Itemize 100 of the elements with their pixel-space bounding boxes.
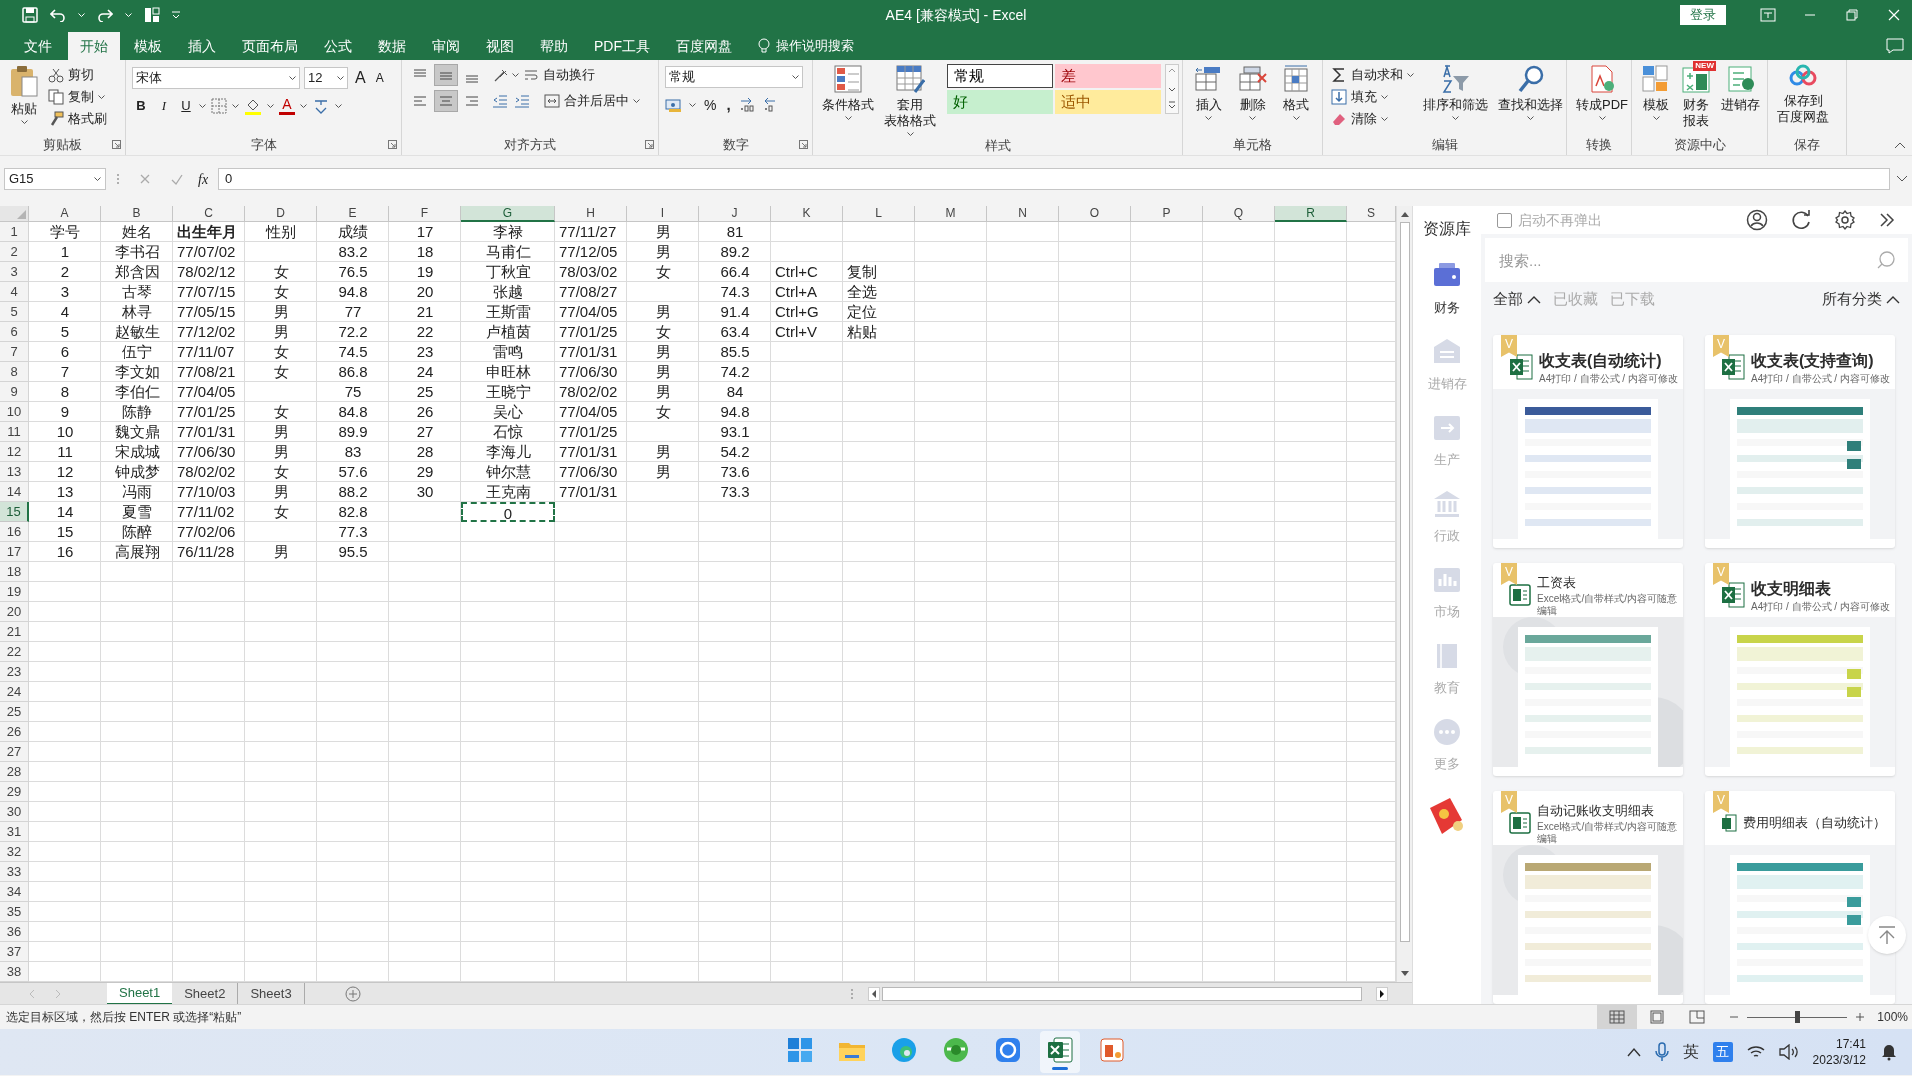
sheet-tab[interactable]: Sheet1 [107,982,173,1005]
template-card[interactable]: V 自动记账收支明细表 Excel格式/自带样式/内容可随意编辑 [1493,791,1683,1004]
filter-tab[interactable]: 全部 [1493,288,1541,311]
table-cell[interactable]: 女 [245,402,317,422]
table-cell[interactable]: 男 [245,322,317,342]
accounting-icon[interactable] [665,97,683,114]
row-header[interactable]: 8 [0,362,29,382]
table-cell[interactable]: 马甫仁 [461,242,555,262]
table-cell[interactable]: 28 [389,442,461,462]
checkbox[interactable] [1497,212,1512,228]
vertical-scroll-thumb[interactable] [1399,222,1410,942]
table-cell[interactable]: 1 [29,242,101,262]
add-sheet-icon[interactable] [344,985,361,1002]
spreadsheet-icon[interactable] [1045,1034,1075,1065]
table-cell[interactable]: 11 [29,442,101,462]
table-cell[interactable]: 9 [29,402,101,422]
cell-style[interactable]: 适中 [1055,90,1161,114]
save-to-cloud-button[interactable]: 保存到 百度网盘 [1774,64,1832,125]
table-cell[interactable]: 男 [627,222,699,242]
dialog-launcher-icon[interactable] [112,140,121,149]
column-header[interactable]: J [699,206,771,222]
column-header[interactable]: P [1131,206,1203,222]
row-header[interactable]: 13 [0,462,29,482]
table-cell[interactable]: 申旺林 [461,362,555,382]
row-header[interactable]: 1 [0,222,29,242]
table-cell[interactable]: 李书召 [101,242,173,262]
table-cell[interactable]: 钟成梦 [101,462,173,482]
table-cell[interactable]: 77/01/25 [173,402,245,422]
column-header[interactable]: E [317,206,389,222]
table-cell[interactable]: 男 [245,422,317,442]
table-cell[interactable]: 57.6 [317,462,389,482]
row-header[interactable]: 33 [0,862,29,882]
table-cell[interactable]: 77/01/31 [555,442,627,462]
number-format-dropdown[interactable]: 常规 [665,66,803,88]
table-cell[interactable]: 男 [627,302,699,322]
table-cell[interactable]: 77/06/30 [555,362,627,382]
row-header[interactable]: 35 [0,902,29,922]
table-cell[interactable]: 84 [699,382,771,402]
table-cell[interactable]: 男 [245,482,317,502]
table-cell[interactable]: 20 [389,282,461,302]
table-cell[interactable]: 男 [627,242,699,262]
row-header[interactable]: 5 [0,302,29,322]
comma-button[interactable]: , [724,94,733,117]
cancel-icon[interactable] [138,172,152,186]
table-cell[interactable]: 王斯雷 [461,302,555,322]
table-cell[interactable]: 男 [627,342,699,362]
conditional-format-button[interactable]: 条件格式 [819,64,877,120]
table-cell[interactable]: Ctrl+C [771,262,843,282]
horizontal-scroll-thumb[interactable] [882,986,1362,1001]
table-cell[interactable]: 7 [29,362,101,382]
table-cell[interactable]: 女 [245,282,317,302]
table-cell[interactable]: 75 [317,382,389,402]
table-cell[interactable]: 82.8 [317,502,389,522]
cells-button[interactable]: 插入 [1189,64,1229,120]
row-header[interactable]: 26 [0,722,29,742]
table-cell[interactable]: 女 [245,262,317,282]
restore-icon[interactable] [1844,7,1860,23]
template-card[interactable]: V 收支表(自动统计) A4打印 / 自带公式 / 内容可修改 [1493,335,1683,548]
financial-report-button[interactable]: NEW 财务 报表 [1678,64,1714,129]
table-cell[interactable]: 10 [29,422,101,442]
table-cell[interactable]: 男 [627,462,699,482]
table-cell[interactable]: 女 [245,462,317,482]
table-cell[interactable]: 77/11/27 [555,222,627,242]
close-icon[interactable] [1886,7,1902,23]
ribbon-tab[interactable]: 文件 [14,32,62,60]
row-header[interactable]: 37 [0,942,29,962]
zoom-slider-thumb[interactable] [1795,1011,1801,1023]
table-cell[interactable]: 77/01/31 [555,482,627,502]
table-cell[interactable]: 84.8 [317,402,389,422]
ribbon-tab[interactable]: 插入 [178,32,226,60]
wifi-icon[interactable] [1746,1045,1765,1059]
row-header[interactable]: 4 [0,282,29,302]
table-cell[interactable]: 77/01/25 [555,422,627,442]
table-cell[interactable]: 77/07/15 [173,282,245,302]
settings-icon[interactable] [1834,209,1856,232]
table-cell[interactable]: 30 [389,482,461,502]
sort-filter-button[interactable]: 排序和筛选 [1420,64,1491,120]
row-header[interactable]: 11 [0,422,29,442]
taskbar-spreadsheet-button[interactable] [1040,1031,1080,1073]
table-cell[interactable]: 26 [389,402,461,422]
font-color-button[interactable]: A [279,96,295,115]
wrap-text-button[interactable]: 自动换行 [521,64,597,86]
table-cell[interactable]: 性别 [245,222,317,242]
table-cell[interactable]: 77/06/30 [173,442,245,462]
row-header[interactable]: 6 [0,322,29,342]
row-header[interactable]: 36 [0,922,29,942]
bold-button[interactable]: B [132,96,150,116]
table-cell[interactable]: 72.2 [317,322,389,342]
tell-me-search[interactable]: 操作说明搜索 [776,36,854,56]
row-header[interactable]: 23 [0,662,29,682]
column-header[interactable]: K [771,206,843,222]
table-cell[interactable]: 77/08/27 [555,282,627,302]
table-cell[interactable]: 李禄 [461,222,555,242]
row-header[interactable]: 21 [0,622,29,642]
column-header[interactable]: I [627,206,699,222]
collapse-ribbon-icon[interactable] [1894,141,1906,149]
table-cell[interactable]: Ctrl+G [771,302,843,322]
template-button[interactable]: 模板 [1638,64,1674,120]
column-header[interactable]: F [389,206,461,222]
row-header[interactable]: 29 [0,782,29,802]
